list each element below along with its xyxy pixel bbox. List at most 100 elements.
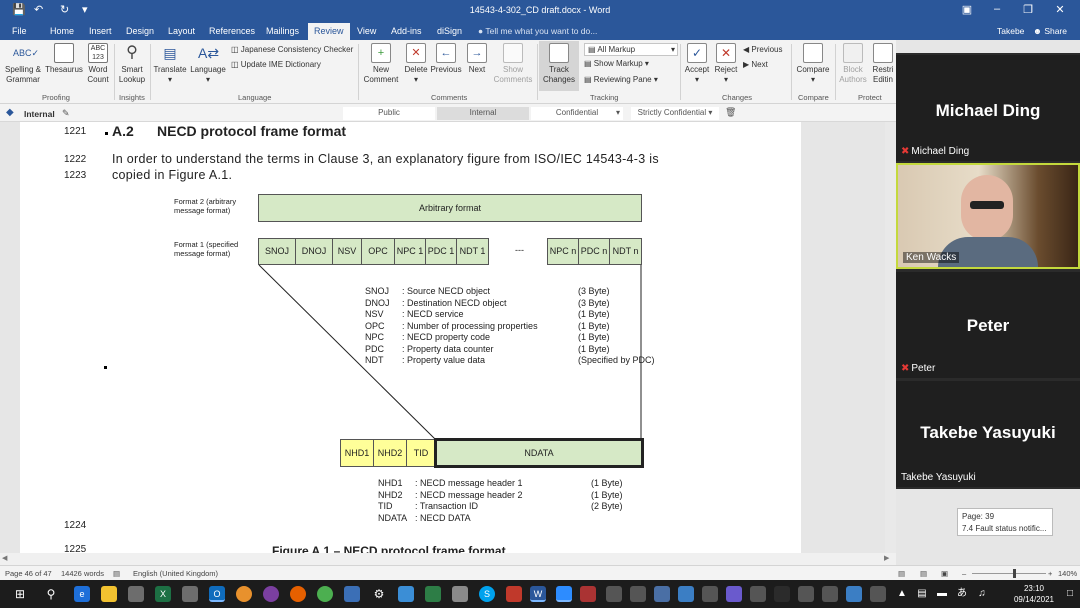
tab-add-ins[interactable]: Add-ins: [391, 26, 422, 36]
tab-disign[interactable]: diSign: [437, 26, 462, 36]
app-icon[interactable]: [344, 586, 360, 602]
app-icon[interactable]: [236, 586, 252, 602]
app-icon[interactable]: [726, 586, 742, 602]
app-icon[interactable]: [678, 586, 694, 602]
trash-icon[interactable]: 🗑: [725, 107, 736, 118]
app-icon[interactable]: [654, 586, 670, 602]
app-icon[interactable]: [630, 586, 646, 602]
next-change-button[interactable]: ▶ Next: [743, 60, 768, 69]
read-mode-icon[interactable]: ▤: [920, 569, 927, 578]
thesaurus-button[interactable]: Thesaurus: [45, 43, 83, 75]
horizontal-scrollbar[interactable]: ◀ ▶: [0, 553, 896, 565]
app-icon[interactable]: [702, 586, 718, 602]
close-button[interactable]: ✕: [1050, 3, 1070, 16]
document-page[interactable]: 1221 A.2 NECD protocol frame format 1222…: [20, 122, 801, 565]
tab-layout[interactable]: Layout: [168, 26, 195, 36]
sensitivity-confidential-button[interactable]: Confidential ▾: [531, 107, 623, 120]
proofing-status-icon[interactable]: ▤: [113, 569, 120, 578]
tab-mailings[interactable]: Mailings: [266, 26, 299, 36]
settings-icon[interactable]: ⚙: [371, 586, 387, 602]
app-icon[interactable]: [425, 586, 441, 602]
minimize-button[interactable]: –: [987, 3, 1007, 15]
markup-select[interactable]: ▤ All Markup ▾: [584, 43, 678, 56]
tab-home[interactable]: Home: [50, 26, 74, 36]
tab-design[interactable]: Design: [126, 26, 154, 36]
block-authors-button[interactable]: Block Authors: [837, 43, 869, 85]
zoom-slider-track[interactable]: [972, 573, 1046, 574]
edit-sensitivity-icon[interactable]: ✎: [62, 108, 70, 119]
track-changes-button[interactable]: Track Changes: [539, 41, 579, 91]
system-clock[interactable]: 23:10 09/14/2021: [1010, 583, 1058, 605]
app-icon[interactable]: [398, 586, 414, 602]
ribbon-display-icon[interactable]: ▣: [957, 3, 977, 16]
edge-icon[interactable]: e: [74, 586, 90, 602]
reject-button[interactable]: ✕ Reject ▾: [712, 43, 740, 85]
acrobat-icon[interactable]: [506, 586, 522, 602]
volume-icon[interactable]: ♫: [974, 586, 990, 602]
sensitivity-public-button[interactable]: Public: [343, 107, 435, 120]
tab-insert[interactable]: Insert: [89, 26, 112, 36]
word-count-button[interactable]: ABC 123 Word Count: [85, 43, 111, 85]
ime-mode-icon[interactable]: あ: [954, 586, 970, 602]
zoom-meeting-icon[interactable]: [556, 586, 572, 602]
notification-icon[interactable]: □: [1062, 586, 1078, 602]
participant-video-tile[interactable]: Ken Wacks: [896, 163, 1080, 269]
battery-icon[interactable]: ▬: [934, 586, 950, 602]
zoom-level[interactable]: 140%: [1058, 569, 1077, 578]
skype-icon[interactable]: S: [479, 586, 495, 602]
app-icon[interactable]: [750, 586, 766, 602]
language-button[interactable]: A⇄ Language ▾: [189, 43, 227, 85]
new-comment-button[interactable]: + New Comment: [360, 43, 402, 85]
scroll-right-icon[interactable]: ▶: [884, 554, 889, 562]
participant-tile[interactable]: Peter ✖ Peter: [896, 272, 1080, 378]
show-comments-button[interactable]: Show Comments: [492, 43, 534, 85]
app-icon[interactable]: [263, 586, 279, 602]
page-count[interactable]: Page 46 of 47: [5, 569, 52, 578]
word-icon[interactable]: W: [530, 586, 546, 602]
app-icon[interactable]: [128, 586, 144, 602]
outlook-icon[interactable]: O: [209, 586, 225, 602]
app-icon[interactable]: [774, 586, 790, 602]
spelling-grammar-button[interactable]: ABC✓ Spelling & Grammar: [3, 43, 43, 85]
japanese-consistency-checker-button[interactable]: ◫ Japanese Consistency Checker: [231, 45, 353, 54]
search-icon[interactable]: ⚲: [43, 586, 59, 602]
previous-comment-button[interactable]: ← Previous: [430, 43, 462, 75]
reviewing-pane-button[interactable]: ▤ Reviewing Pane ▾: [584, 75, 658, 84]
tab-view[interactable]: View: [357, 26, 376, 36]
app-icon[interactable]: [452, 586, 468, 602]
vertical-scrollbar[interactable]: [885, 122, 896, 565]
sensitivity-strictly-confidential-button[interactable]: Strictly Confidential ▾: [631, 107, 719, 120]
app-icon[interactable]: [182, 586, 198, 602]
focus-mode-icon[interactable]: ▤: [898, 569, 905, 578]
app-icon[interactable]: [798, 586, 814, 602]
app-icon[interactable]: [870, 586, 886, 602]
app-icon[interactable]: [606, 586, 622, 602]
word-count[interactable]: 14426 words: [61, 569, 104, 578]
app-icon[interactable]: [846, 586, 862, 602]
print-layout-icon[interactable]: ▣: [941, 569, 948, 578]
tab-file[interactable]: File: [12, 26, 27, 36]
app-icon[interactable]: [580, 586, 596, 602]
accept-button[interactable]: ✓ Accept ▾: [682, 43, 712, 85]
zoom-slider-thumb[interactable]: [1013, 569, 1016, 578]
file-explorer-icon[interactable]: [101, 586, 117, 602]
excel-icon[interactable]: X: [155, 586, 171, 602]
chrome-icon[interactable]: [317, 586, 333, 602]
scroll-left-icon[interactable]: ◀: [2, 554, 7, 562]
share-button[interactable]: ☻ Share: [1033, 26, 1067, 36]
smart-lookup-button[interactable]: ⚲ Smart Lookup: [116, 43, 148, 85]
participant-tile[interactable]: Michael Ding ✖ Michael Ding: [896, 55, 1080, 161]
tab-review[interactable]: Review: [308, 23, 350, 40]
zoom-in-icon[interactable]: +: [1048, 569, 1052, 578]
tell-me-search[interactable]: ● Tell me what you want to do...: [478, 26, 597, 36]
zoom-out-icon[interactable]: –: [962, 569, 966, 578]
tab-references[interactable]: References: [209, 26, 255, 36]
system-tray-icon[interactable]: ▲: [894, 586, 910, 602]
next-comment-button[interactable]: → Next: [463, 43, 491, 75]
restrict-editing-button[interactable]: Restri Editin: [870, 43, 896, 85]
delete-comment-button[interactable]: ✕ Delete ▾: [402, 43, 430, 85]
user-name[interactable]: Takebe: [997, 26, 1024, 36]
show-markup-button[interactable]: ▤ Show Markup ▾: [584, 59, 649, 68]
restore-button[interactable]: ❐: [1018, 3, 1038, 16]
sensitivity-internal-button[interactable]: Internal: [437, 107, 529, 120]
